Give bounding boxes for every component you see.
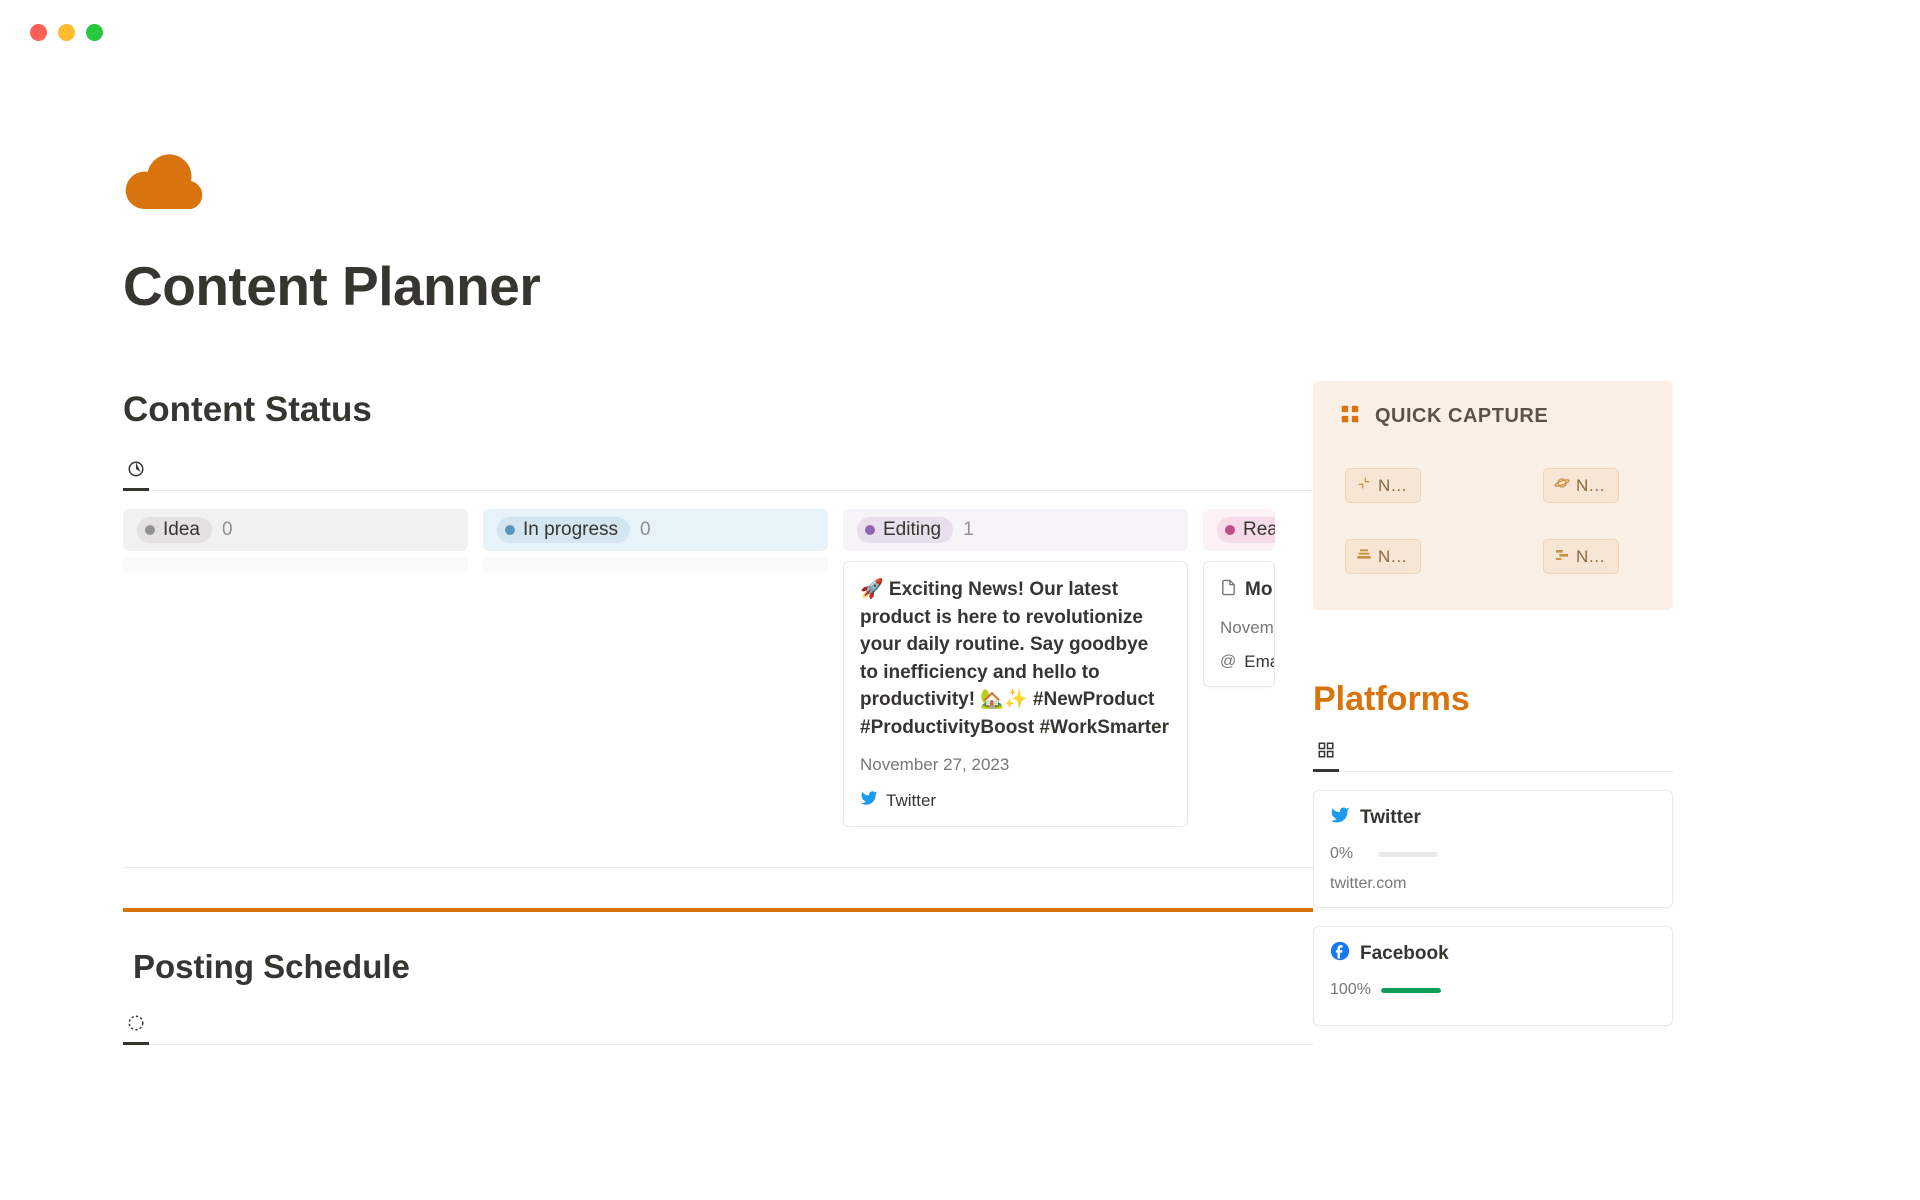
platform-card-twitter[interactable]: Twitter 0% twitter.com [1313, 790, 1673, 908]
document-icon [1220, 579, 1237, 601]
window-close-button[interactable] [30, 24, 47, 41]
column-header-in-progress[interactable]: In progress 0 [483, 509, 828, 551]
new-card-placeholder[interactable] [483, 557, 828, 573]
platforms-title: Platforms [1313, 680, 1673, 719]
layers-icon [1356, 546, 1372, 567]
qc-button-label: N… [1576, 476, 1605, 496]
content-status-tabs [123, 460, 1313, 491]
new-card-placeholder[interactable] [123, 557, 468, 573]
column-label: In progress [523, 519, 618, 541]
planet-icon [1554, 475, 1570, 496]
cloud-icon [123, 153, 1313, 214]
window-maximize-button[interactable] [86, 24, 103, 41]
twitter-icon [860, 789, 878, 812]
posting-schedule-tabs [123, 1014, 1313, 1045]
page-title: Content Planner [123, 254, 1313, 318]
card-date: November 27, 2023 [860, 755, 1171, 775]
platform-percent: 0% [1330, 845, 1368, 863]
posting-schedule-title: Posting Schedule [133, 948, 1313, 986]
progress-bar [1381, 988, 1441, 993]
column-label: Idea [163, 519, 200, 541]
column-idea: Idea 0 [123, 509, 468, 827]
column-header-editing[interactable]: Editing 1 [843, 509, 1188, 551]
column-count: 0 [222, 519, 233, 541]
column-editing: Editing 1 🚀 Exciting News! Our latest pr… [843, 509, 1188, 827]
card-title: 🚀 Exciting News! Our latest product is h… [860, 576, 1171, 741]
column-header-idea[interactable]: Idea 0 [123, 509, 468, 551]
column-count: 1 [963, 519, 974, 541]
column-label: Ready [1243, 519, 1275, 541]
content-status-title: Content Status [123, 390, 1313, 430]
stack-icon [1554, 546, 1570, 567]
column-header-ready[interactable]: Ready [1203, 509, 1275, 551]
divider-accent [123, 908, 1313, 912]
qc-button-label: N… [1378, 476, 1407, 496]
card-platform: Twitter [886, 791, 936, 811]
platform-card-facebook[interactable]: Facebook 100% [1313, 926, 1673, 1026]
quick-capture-button[interactable]: N… [1543, 468, 1619, 503]
column-count: 0 [640, 519, 651, 541]
window-minimize-button[interactable] [58, 24, 75, 41]
twitter-icon [1330, 805, 1350, 831]
divider [123, 867, 1313, 868]
collapse-icon [1356, 475, 1372, 496]
content-card[interactable]: Mo Novemb @ Emai [1203, 561, 1275, 687]
tab-gallery-view[interactable] [1313, 741, 1339, 772]
platform-name: Twitter [1360, 807, 1421, 829]
grid-icon [1339, 403, 1361, 430]
progress-bar [1378, 852, 1438, 857]
quick-capture-button[interactable]: N… [1345, 539, 1421, 574]
platform-name: Facebook [1360, 943, 1449, 965]
tab-status-view[interactable] [123, 460, 149, 491]
platforms-tabs [1313, 741, 1673, 772]
column-label: Editing [883, 519, 941, 541]
card-platform: Emai [1244, 652, 1275, 672]
tab-schedule-view[interactable] [123, 1014, 149, 1045]
platform-percent: 100% [1330, 981, 1371, 999]
quick-capture-title: QUICK CAPTURE [1375, 405, 1548, 428]
platform-url: twitter.com [1330, 875, 1656, 893]
column-in-progress: In progress 0 [483, 509, 828, 827]
kanban-board: Idea 0 In progress 0 Editing 1 🚀 Exci [123, 509, 1313, 827]
card-title: Mo [1245, 576, 1272, 604]
quick-capture-button[interactable]: N… [1543, 539, 1619, 574]
quick-capture-button[interactable]: N… [1345, 468, 1421, 503]
card-date: Novemb [1220, 618, 1258, 638]
quick-capture-panel: QUICK CAPTURE N… N… [1313, 381, 1673, 610]
window-controls [0, 0, 1920, 41]
facebook-icon [1330, 941, 1350, 967]
at-icon: @ [1220, 653, 1236, 671]
qc-button-label: N… [1576, 547, 1605, 567]
qc-button-label: N… [1378, 547, 1407, 567]
column-ready: Ready Mo Novemb @ Emai [1203, 509, 1275, 827]
content-card[interactable]: 🚀 Exciting News! Our latest product is h… [843, 561, 1188, 827]
